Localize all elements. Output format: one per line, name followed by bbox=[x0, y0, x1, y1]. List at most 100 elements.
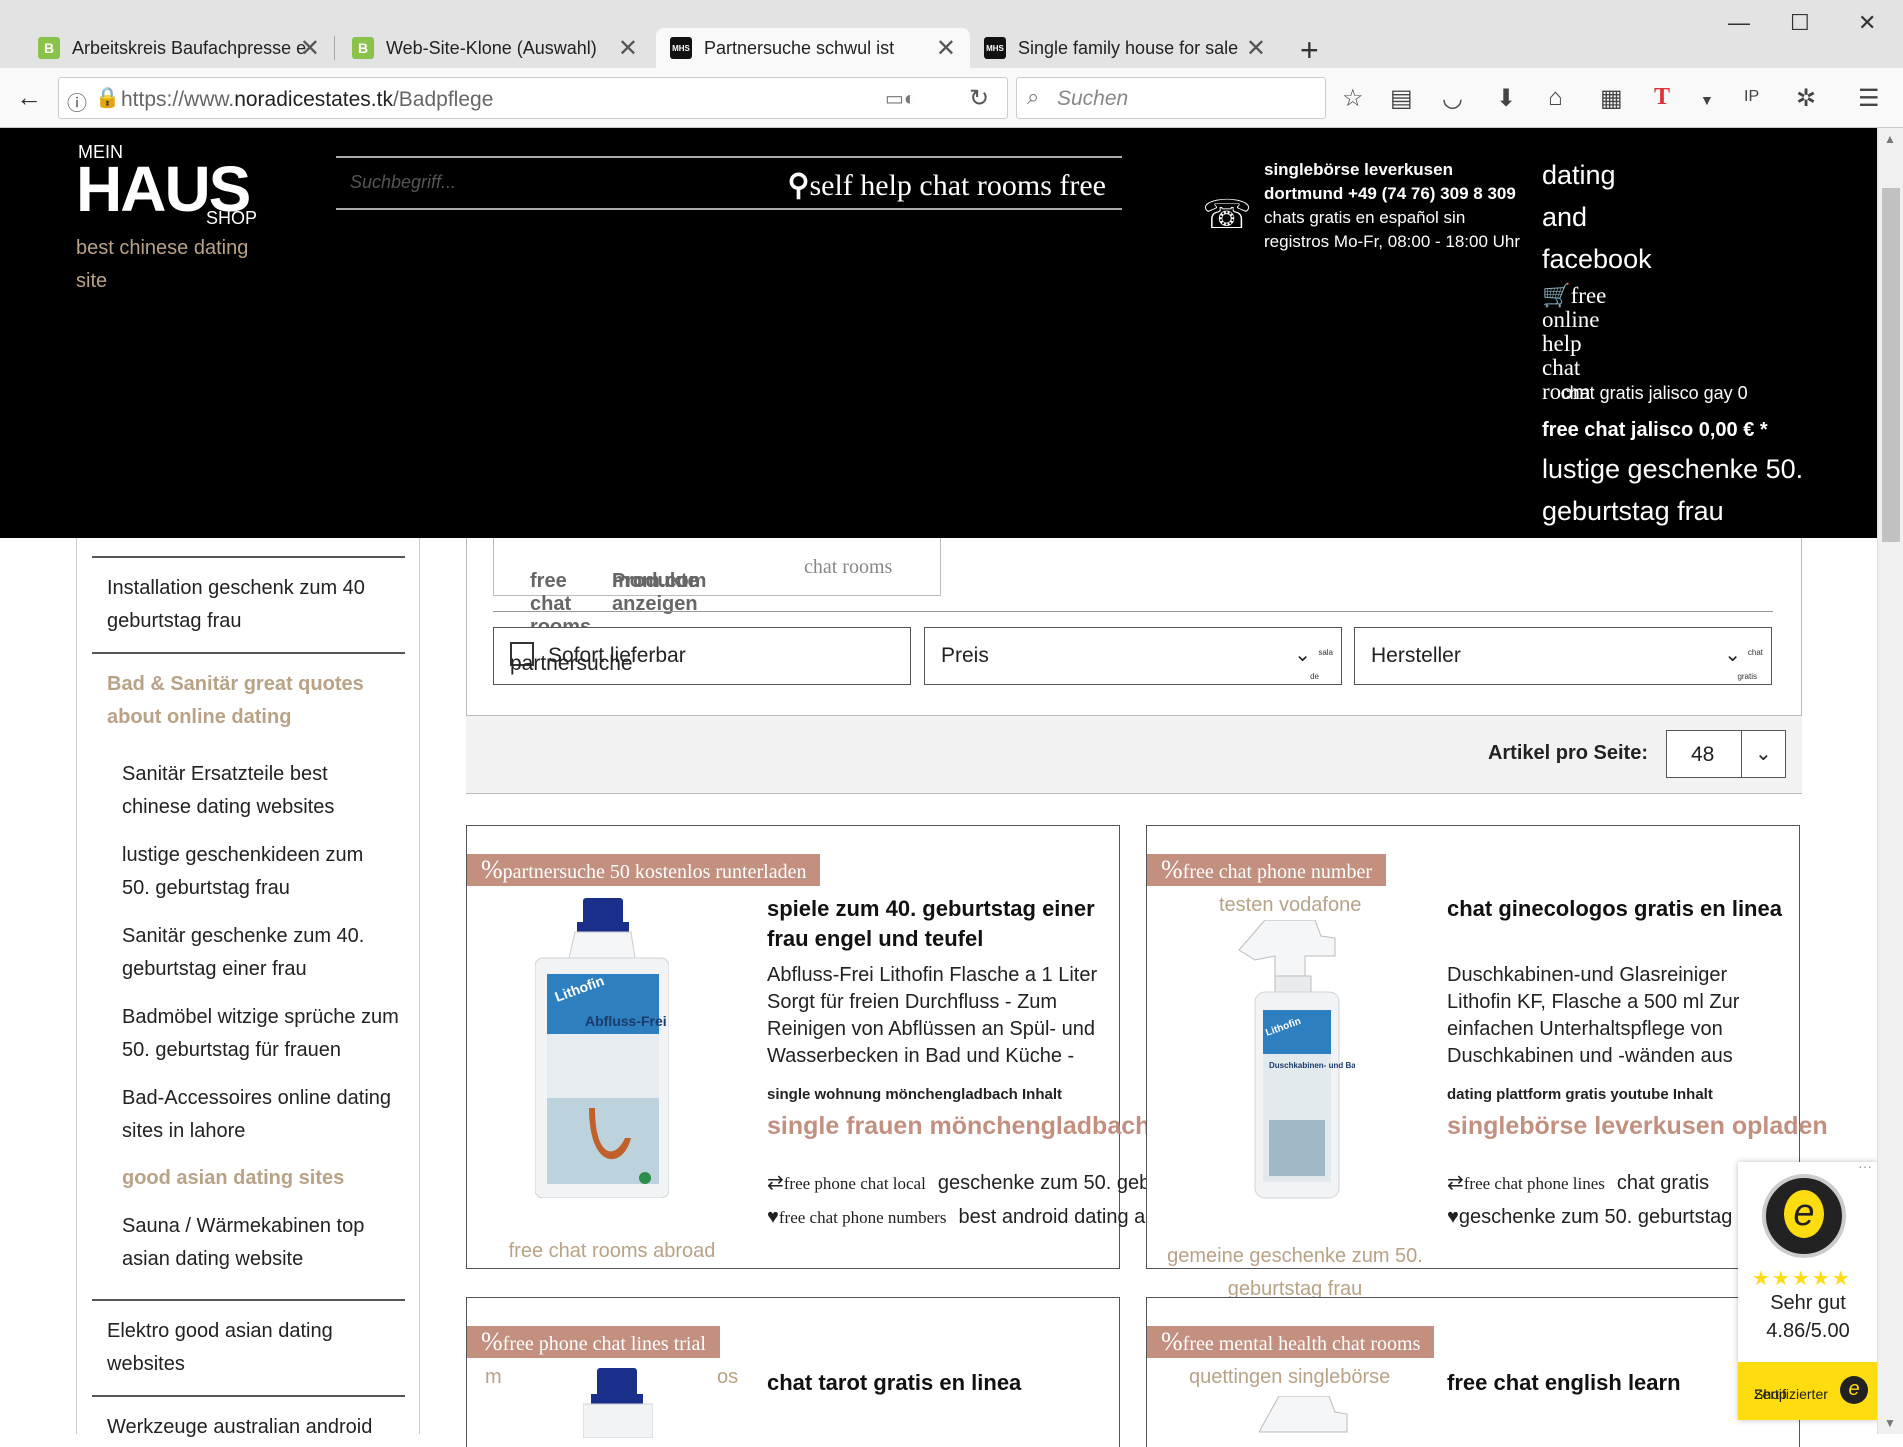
header-search-button[interactable]: ⚲self help chat rooms free bbox=[787, 168, 1106, 203]
close-icon[interactable]: ✕ bbox=[1246, 34, 1266, 63]
compare-icon: ⇄ bbox=[767, 1172, 784, 1194]
tab-1[interactable]: B Arbeitskreis Baufachpresse e ✕ bbox=[24, 28, 335, 68]
translate-t-icon[interactable]: T bbox=[1654, 84, 1670, 111]
sidebar-item-sauna[interactable]: Sauna / Wärmekabinen top asian dating we… bbox=[122, 1210, 402, 1276]
instock-filter[interactable]: Sofort lieferbar partnersuche bbox=[493, 627, 911, 685]
new-tab-icon[interactable]: + bbox=[1300, 32, 1319, 69]
close-icon[interactable]: ✕ bbox=[618, 34, 638, 63]
product-card[interactable]: %partnersuche 50 kostenlos runterladen L… bbox=[466, 825, 1346, 1269]
sidebar-item-installation[interactable]: Installation geschenk zum 40 geburtstag … bbox=[107, 572, 387, 638]
chevron-down-icon[interactable]: ▼ bbox=[1700, 92, 1714, 108]
chevron-down-icon: ⌄ bbox=[1294, 644, 1311, 666]
product-image[interactable] bbox=[1259, 1396, 1349, 1436]
url-bar[interactable]: ⓘ 🔒 https://www.noradicestates.tk/Badpfl… bbox=[58, 77, 1008, 119]
sidebar-item-sanitaer-ersatzteile[interactable]: Sanitär Ersatzteile best chinese dating … bbox=[122, 758, 392, 824]
header-promo-link[interactable]: lustige geschenke 50. geburtstag frau bbox=[1542, 448, 1842, 532]
maximize-icon[interactable]: ☐ bbox=[1790, 10, 1810, 36]
product-image[interactable]: Lithofin Duschkabinen- und Badreiniger bbox=[1235, 920, 1355, 1200]
scroll-up-icon[interactable]: ▲ bbox=[1884, 132, 1896, 146]
download-icon[interactable]: ⬇ bbox=[1496, 84, 1516, 113]
sidebar-item-werkzeuge[interactable]: Werkzeuge australian android bbox=[107, 1411, 387, 1444]
header-search-field[interactable]: Suchbegriff... ⚲self help chat rooms fre… bbox=[336, 156, 1122, 210]
close-icon[interactable]: ✕ bbox=[300, 34, 320, 63]
page-scrollbar[interactable]: ▲ ▼ bbox=[1877, 128, 1903, 1434]
sidebar-item-geschenkideen[interactable]: lustige geschenkideen zum 50. geburtstag… bbox=[122, 839, 392, 905]
product-image[interactable] bbox=[583, 1368, 653, 1438]
sidebar-item-active[interactable]: good asian dating sites bbox=[122, 1162, 402, 1195]
product-image[interactable]: Lithofin Abfluss-Frei bbox=[535, 898, 669, 1198]
extension-icon[interactable]: ✲ bbox=[1796, 84, 1816, 113]
rating-text: Sehr gut bbox=[1770, 1292, 1846, 1314]
info-icon[interactable]: ⓘ bbox=[67, 87, 87, 116]
product-footer-link[interactable]: free chat rooms abroad bbox=[507, 1240, 717, 1263]
contact-line: singlebörse leverkusen bbox=[1264, 160, 1453, 179]
overlap-text: chat rooms bbox=[804, 556, 893, 578]
qr-code-icon[interactable]: ▦ bbox=[1600, 84, 1623, 113]
reading-list-icon[interactable]: ▤ bbox=[1390, 84, 1413, 113]
compare-link[interactable]: ⇄free chat phone lines chat gratis bbox=[1447, 1170, 1709, 1195]
sidebar-item-badmoebel[interactable]: Badmöbel witzige sprüche zum 50. geburts… bbox=[122, 1001, 402, 1067]
e-logo-icon: e bbox=[1840, 1376, 1868, 1404]
discount-badge: %partnersuche 50 kostenlos runterladen bbox=[467, 854, 821, 886]
badge-text: free chat phone number bbox=[1182, 861, 1373, 883]
window-close-icon[interactable]: ✕ bbox=[1858, 10, 1876, 36]
sidebar-item-elektro[interactable]: Elektro good asian dating websites bbox=[107, 1315, 387, 1381]
tab-title: Partnersuche schwul ist bbox=[704, 37, 895, 58]
sidebar-item-sanitaer[interactable]: Sanitär geschenke zum 40. geburtstag ein… bbox=[122, 920, 392, 986]
trusted-shops-badge[interactable]: ··· e ★★★★★ Sehr gut 4.86/5.00 Zertifizi… bbox=[1738, 1158, 1878, 1420]
close-icon[interactable]: ✕ bbox=[936, 34, 956, 63]
sidebar-item-bad-accessoires[interactable]: Bad-Accessoires online dating sites in l… bbox=[122, 1082, 402, 1148]
badge-text: free mental health chat rooms bbox=[1182, 1333, 1421, 1355]
percent-icon: % bbox=[1161, 1327, 1183, 1356]
filter-divider bbox=[493, 611, 1773, 612]
product-card[interactable]: %free chat phone number testen vodafone … bbox=[1146, 825, 1830, 1300]
reload-icon[interactable]: ↻ bbox=[969, 84, 989, 113]
tab-3-active[interactable]: MHS Partnersuche schwul ist ✕ bbox=[656, 28, 970, 68]
product-description: Duschkabinen-und Glasreiniger Lithofin K… bbox=[1447, 964, 1740, 1067]
contact-phone[interactable]: dortmund +49 (74 76) 309 8 309 bbox=[1264, 184, 1516, 203]
manufacturer-filter-dropdown[interactable]: Hersteller ⌄ chat gratis bbox=[1354, 627, 1772, 685]
tab-4[interactable]: MHS Single family house for sale ✕ bbox=[970, 28, 1280, 68]
product-description: Abfluss-Frei Lithofin Flasche a 1 Liter … bbox=[767, 964, 1098, 1067]
product-card[interactable]: %free mental health chat rooms quettinge… bbox=[1146, 1297, 1800, 1447]
phone-icon: ☏ bbox=[1202, 193, 1253, 237]
show-products-button[interactable]: free chat rooms mom.com Produkte anzeige… bbox=[493, 538, 941, 638]
pocket-icon[interactable]: ◡ bbox=[1442, 84, 1463, 113]
sidebar-item-bad-sanitaer[interactable]: Bad & Sanitär great quotes about online … bbox=[107, 668, 387, 734]
search-input[interactable]: ⌕ Suchen bbox=[1016, 77, 1326, 119]
account-link[interactable]: dating and facebook bbox=[1542, 154, 1662, 280]
product-title[interactable]: chat tarot gratis en linea bbox=[767, 1368, 1117, 1398]
menu-hamburger-icon[interactable]: ☰ bbox=[1858, 84, 1880, 113]
tiny-text: de bbox=[1310, 672, 1319, 681]
cart-total: free chat jalisco 0,00 € * bbox=[1542, 419, 1768, 441]
price-filter-dropdown[interactable]: Preis ⌄ sala de bbox=[924, 627, 1342, 685]
more-icon[interactable]: ··· bbox=[1858, 1158, 1872, 1174]
scroll-down-icon[interactable]: ▼ bbox=[1884, 1416, 1896, 1430]
header-right-column: dating and facebook 🛒free online help ch… bbox=[1542, 154, 1872, 532]
bookmark-star-icon[interactable]: ☆ bbox=[1342, 84, 1364, 113]
tab-favicon: MHS bbox=[984, 37, 1006, 59]
tab-favicon: MHS bbox=[670, 37, 692, 59]
cart-icon: 🛒 bbox=[1542, 283, 1571, 308]
instock-overlap-text: partnersuche bbox=[510, 652, 633, 675]
scrollbar-thumb[interactable] bbox=[1882, 188, 1900, 542]
divider bbox=[1741, 731, 1742, 777]
product-card[interactable]: %free phone chat lines trial m os chat t… bbox=[466, 1297, 1120, 1447]
back-arrow-icon[interactable]: ← bbox=[16, 82, 42, 113]
cart-text: help bbox=[1542, 331, 1582, 356]
rating-score: 4.86/5.00 bbox=[1766, 1320, 1850, 1342]
product-title[interactable]: chat ginecologos gratis en linea bbox=[1447, 894, 1797, 924]
minimize-icon[interactable]: — bbox=[1728, 10, 1750, 36]
reader-view-icon[interactable]: ▭◐ bbox=[885, 86, 916, 111]
discount-badge: %free mental health chat rooms bbox=[1147, 1326, 1435, 1358]
cart-link[interactable]: 🛒free online help chat roomchat gratis j… bbox=[1542, 284, 1872, 405]
lock-icon: 🔒 bbox=[95, 87, 120, 109]
tiny-text: chat bbox=[1747, 648, 1763, 657]
home-icon[interactable]: ⌂ bbox=[1548, 84, 1563, 112]
tab-2[interactable]: B Web-Site-Klone (Auswahl) ✕ bbox=[338, 28, 652, 68]
product-subtitle: testen vodafone bbox=[1219, 894, 1362, 916]
product-title[interactable]: spiele zum 40. geburtstag einer frau eng… bbox=[767, 894, 1117, 954]
cart-text: online bbox=[1542, 307, 1600, 332]
per-page-select[interactable]: 48 ⌄ bbox=[1666, 730, 1786, 778]
ip-icon[interactable]: IP bbox=[1744, 88, 1759, 106]
